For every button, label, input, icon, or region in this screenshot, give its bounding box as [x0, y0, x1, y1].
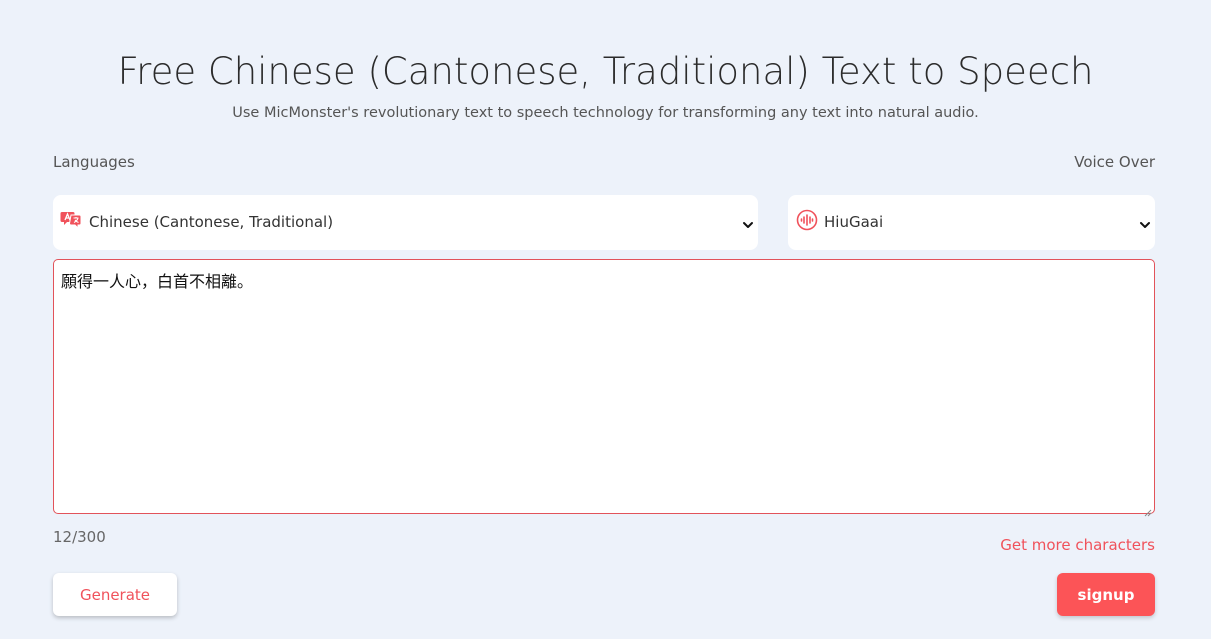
languages-label: Languages — [53, 153, 135, 171]
language-select-value: Chinese (Cantonese, Traditional) — [89, 213, 334, 231]
resize-handle-icon[interactable] — [1143, 502, 1152, 517]
audio-wave-icon — [796, 209, 818, 231]
chevron-down-icon — [1139, 216, 1151, 228]
page-title: Free Chinese (Cantonese, Traditional) Te… — [117, 50, 1094, 93]
voice-over-select[interactable]: HiuGaai — [788, 195, 1155, 250]
signup-button[interactable]: signup — [1057, 573, 1155, 616]
language-select[interactable]: Chinese (Cantonese, Traditional) — [53, 195, 758, 250]
chevron-down-icon — [742, 216, 754, 228]
character-count: 12/300 — [53, 528, 106, 546]
text-input-area[interactable]: 願得一人心，白首不相離。 — [53, 259, 1155, 517]
page-subtitle: Use MicMonster's revolutionary text to s… — [232, 105, 979, 121]
translate-icon — [60, 209, 82, 231]
voice-over-label: Voice Over — [1074, 153, 1155, 171]
generate-button[interactable]: Generate — [53, 573, 177, 616]
voice-select-value: HiuGaai — [824, 213, 884, 231]
get-more-characters-link[interactable]: Get more characters — [1000, 536, 1155, 554]
text-input-value: 願得一人心，白首不相離。 — [61, 272, 254, 291]
